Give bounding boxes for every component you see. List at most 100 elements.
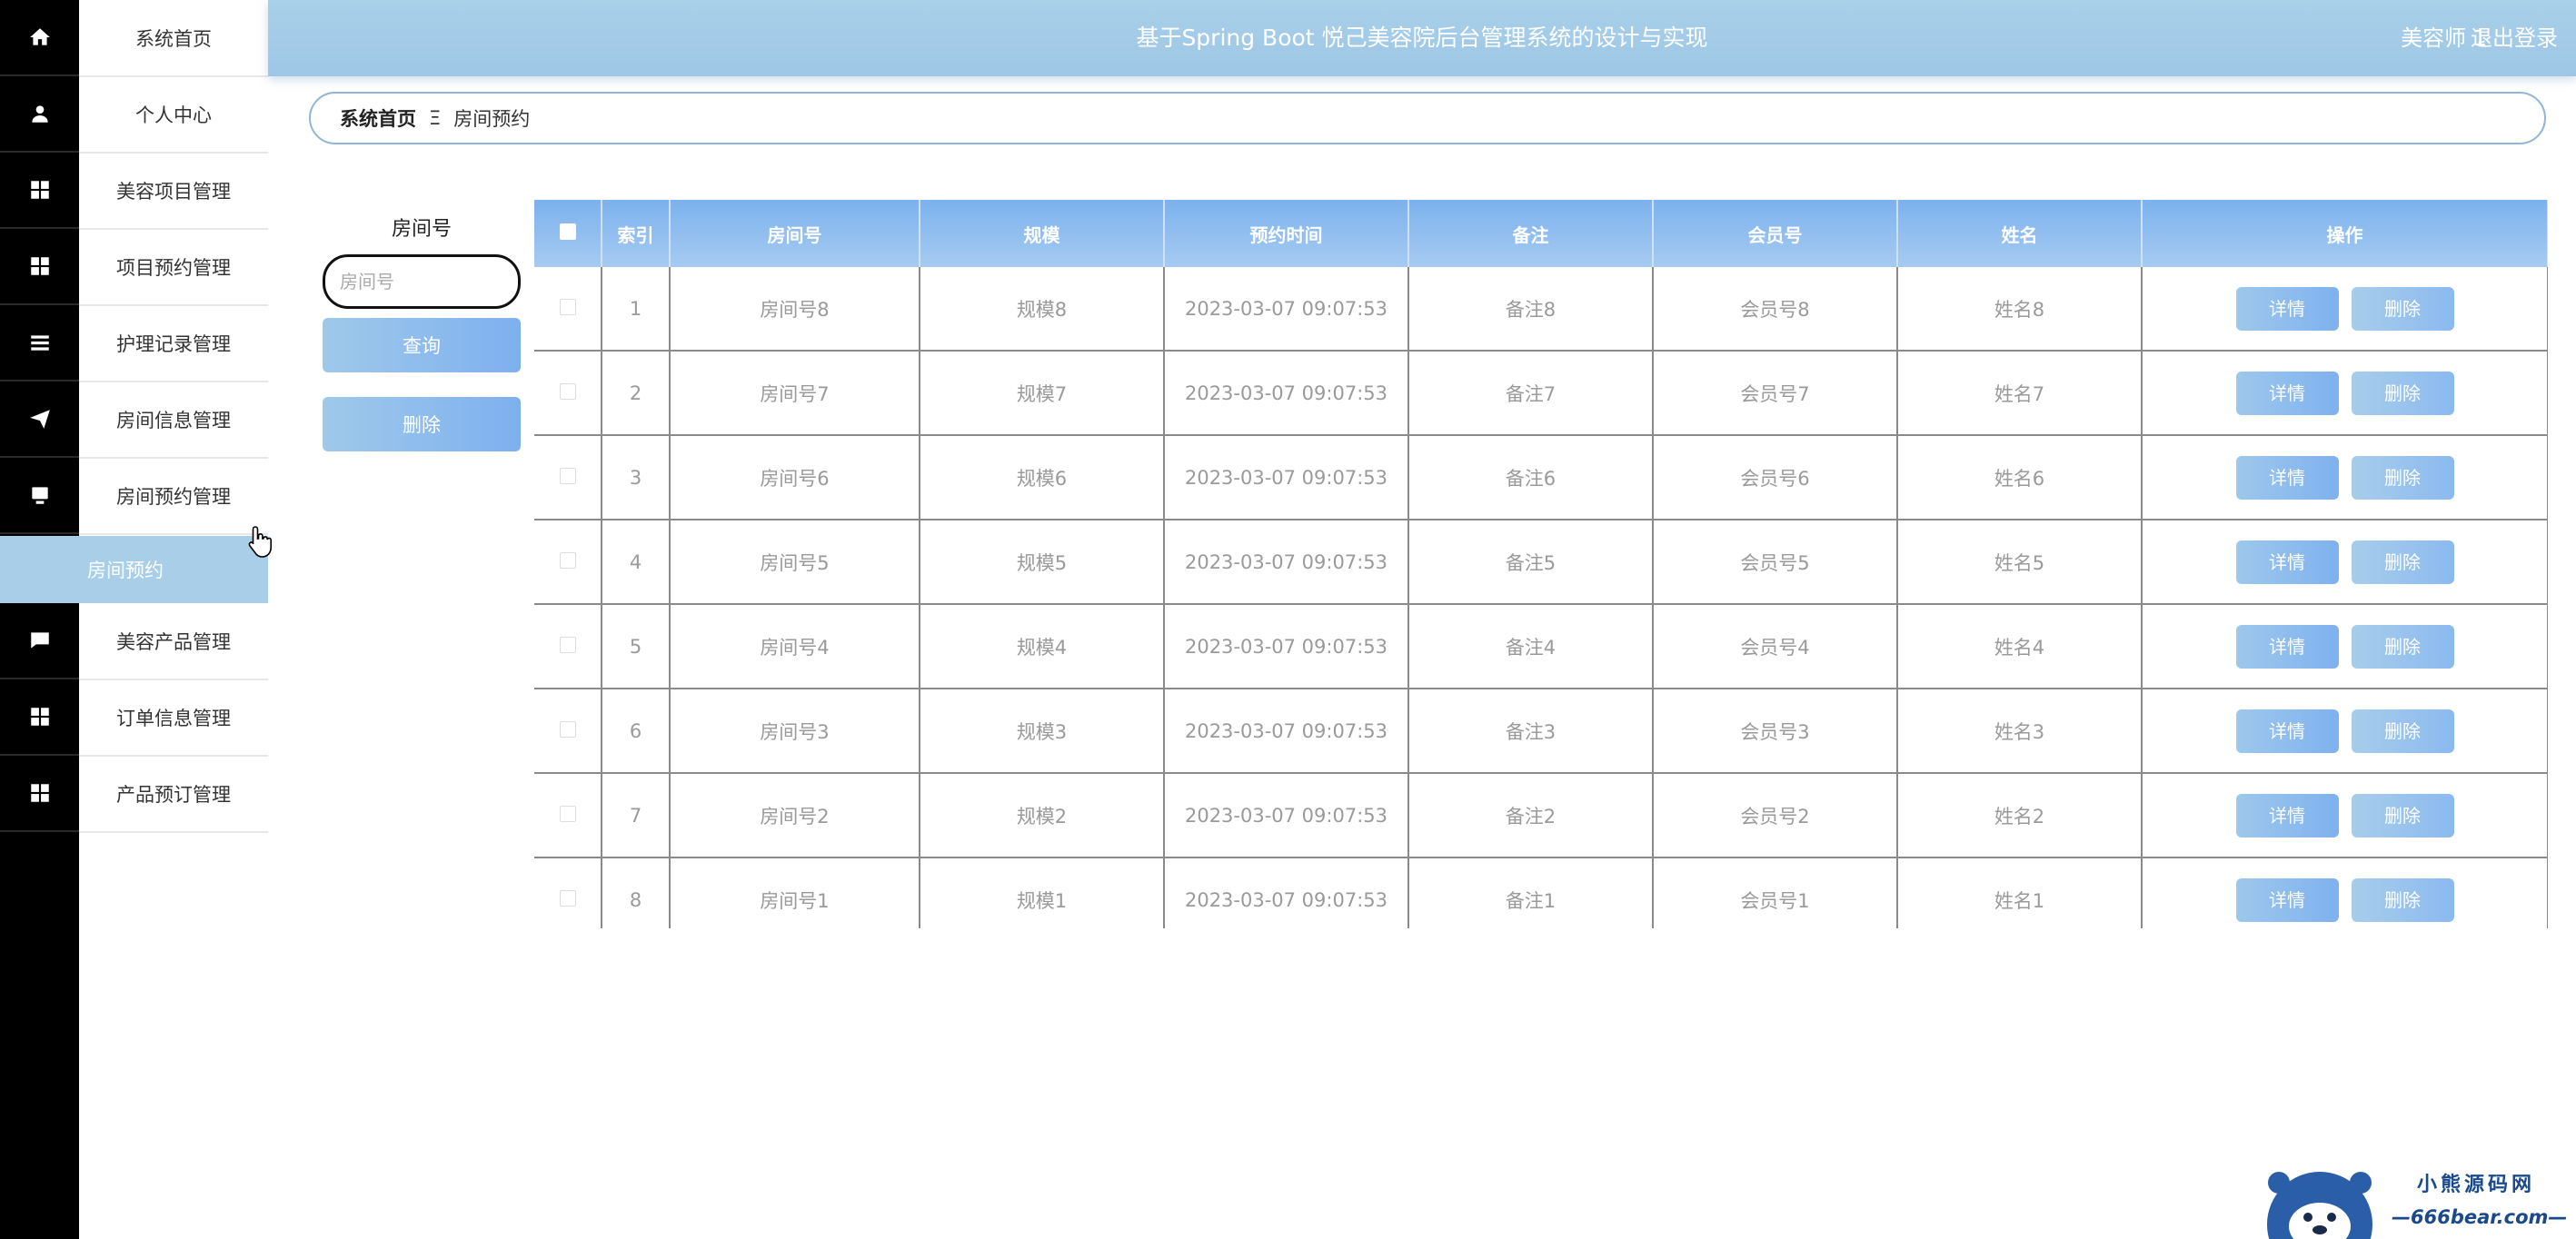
rail-beauty-product[interactable] [0,603,79,679]
watermark: 小熊源码网 —666bear.com— [2261,1161,2570,1239]
detail-button[interactable]: 详情 [2235,624,2339,669]
grid-icon [30,257,49,275]
rail-care-record[interactable] [0,305,79,382]
cell-room: 房间号8 [670,267,920,352]
breadcrumb-home[interactable]: 系统首页 [340,104,416,132]
top-header: 基于Spring Boot 悦己美容院后台管理系统的设计与实现 美容师 1 退出… [268,0,2576,76]
room-number-input[interactable] [323,254,521,309]
row-checkbox[interactable] [559,720,576,738]
room-number-label: 房间号 [391,218,452,241]
row-select-cell[interactable] [534,351,602,436]
row-checkbox[interactable] [559,382,576,400]
table-row: 3 房间号6 规模6 2023-03-07 09:07:53 备注6 会员号6 … [534,435,2548,520]
detail-button[interactable]: 详情 [2235,877,2339,922]
sidebar-item-beauty-product[interactable]: 美容产品管理 [79,603,268,680]
query-button[interactable]: 查询 [323,318,521,372]
table-row: 4 房间号5 规模5 2023-03-07 09:07:53 备注5 会员号5 … [534,520,2548,605]
cell-note: 备注4 [1408,604,1654,689]
row-select-cell[interactable] [534,267,602,352]
row-checkbox[interactable] [559,551,576,569]
detail-button[interactable]: 详情 [2235,709,2339,753]
cell-scale: 规模2 [920,773,1165,858]
grid-icon [30,181,49,199]
delete-button[interactable]: 删除 [2351,371,2454,415]
delete-button[interactable]: 删除 [2351,709,2454,753]
cell-room: 房间号4 [670,604,920,689]
watermark-title: 小熊源码网 [2417,1174,2536,1196]
sidebar-item-order-info[interactable]: 订单信息管理 [79,679,268,757]
table-row: 8 房间号1 规模1 2023-03-07 09:07:53 备注1 会员号1 … [534,857,2548,928]
delete-button[interactable]: 删除 [2351,877,2454,922]
cell-scale: 规模4 [920,604,1165,689]
rail-order-info[interactable] [0,679,79,756]
cell-note: 备注7 [1408,351,1654,436]
sidebar-subitem-room-booking[interactable]: 房间预约 [0,536,268,603]
sidebar-item-room-info[interactable]: 房间信息管理 [79,382,268,459]
detail-button[interactable]: 详情 [2235,540,2339,584]
cell-index: 2 [602,351,671,436]
delete-button[interactable]: 删除 [2351,793,2454,838]
column-header: 备注 [1408,200,1654,267]
table-row: 1 房间号8 规模8 2023-03-07 09:07:53 备注8 会员号8 … [534,267,2548,352]
delete-button[interactable]: 删除 [2351,624,2454,669]
detail-button[interactable]: 详情 [2235,455,2339,500]
rail-product-order[interactable] [0,756,79,832]
select-all-cell[interactable] [534,200,602,267]
cell-room: 房间号7 [670,351,920,436]
list-icon [30,335,49,351]
cell-room: 房间号2 [670,773,920,858]
cell-name: 姓名6 [1897,435,2143,520]
sidebar-item-care-record[interactable]: 护理记录管理 [79,305,268,382]
sidebar-item-room-booking[interactable]: 房间预约管理 [79,458,268,535]
home-icon [29,28,50,45]
breadcrumb: 系统首页 Ξ 房间预约 [309,92,2546,144]
cell-scale: 规模7 [920,351,1165,436]
sidebar-item-project-booking[interactable]: 项目预约管理 [79,229,268,306]
delete-button[interactable]: 删除 [2351,286,2454,331]
row-checkbox[interactable] [559,298,576,315]
sidebar-menu: 系统首页 个人中心 美容项目管理 项目预约管理 护理记录管理 房间信息管理 房间… [79,0,268,1239]
detail-button[interactable]: 详情 [2235,371,2339,415]
watermark-url: —666bear.com— [2392,1206,2568,1228]
cell-member: 会员号3 [1653,689,1898,774]
monitor-icon [31,487,48,504]
logout-link[interactable]: 退出登录 [2471,0,2558,76]
row-checkbox[interactable] [559,889,576,907]
sidebar-item-product-order[interactable]: 产品预订管理 [79,756,268,833]
sidebar-item-home[interactable]: 系统首页 [79,0,268,77]
rail-user[interactable] [0,76,79,153]
row-select-cell[interactable] [534,604,602,689]
cell-note: 备注8 [1408,267,1654,352]
delete-button[interactable]: 删除 [2351,540,2454,584]
rail-room-info[interactable] [0,382,79,458]
user-icon [31,105,48,123]
rail-home[interactable] [0,0,79,76]
cell-name: 姓名2 [1897,773,2143,858]
detail-button[interactable]: 详情 [2235,286,2339,331]
row-select-cell[interactable] [534,857,602,928]
detail-button[interactable]: 详情 [2235,793,2339,838]
row-checkbox[interactable] [559,467,576,484]
row-checkbox[interactable] [559,805,576,822]
sidebar-item-profile[interactable]: 个人中心 [79,76,268,154]
cell-name: 姓名7 [1897,351,2143,436]
cell-scale: 规模3 [920,689,1165,774]
cell-actions: 详情 删除 [2142,857,2548,928]
cell-name: 姓名1 [1897,857,2143,928]
cell-name: 姓名4 [1897,604,2143,689]
batch-delete-button[interactable]: 删除 [323,397,521,451]
send-icon [29,410,50,429]
row-select-cell[interactable] [534,435,602,520]
delete-button[interactable]: 删除 [2351,455,2454,500]
table-row: 7 房间号2 规模2 2023-03-07 09:07:53 备注2 会员号2 … [534,773,2548,858]
rail-project-booking[interactable] [0,229,79,305]
rail-room-booking[interactable] [0,458,79,534]
select-all-checkbox[interactable] [559,223,576,240]
row-checkbox[interactable] [559,636,576,653]
row-select-cell[interactable] [534,520,602,605]
rail-beauty-project[interactable] [0,153,79,229]
sidebar-item-beauty-project[interactable]: 美容项目管理 [79,153,268,230]
cell-index: 8 [602,857,671,928]
row-select-cell[interactable] [534,773,602,858]
row-select-cell[interactable] [534,689,602,774]
